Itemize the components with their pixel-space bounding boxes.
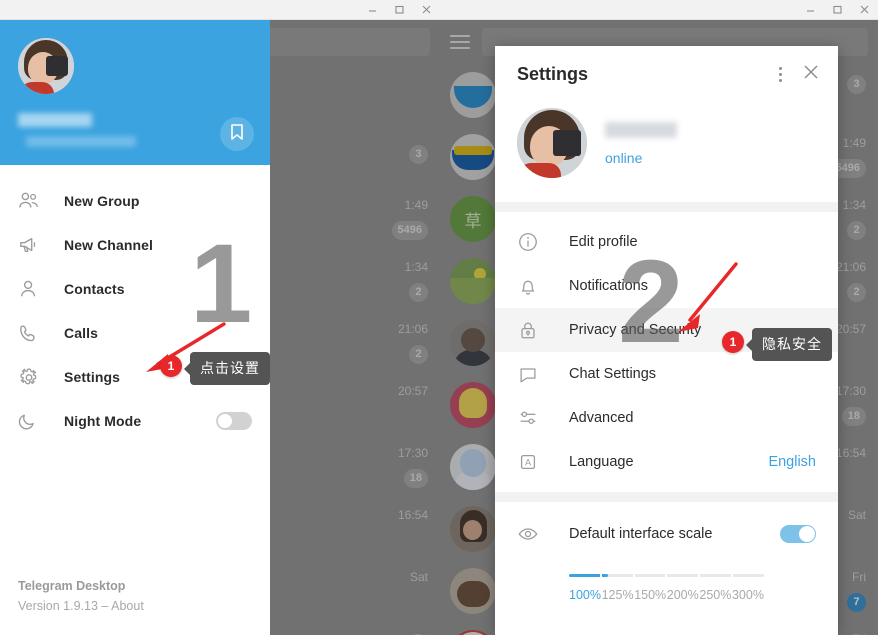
main-menu-drawer: New Group New Channel Contacts Calls Set… — [0, 20, 270, 635]
titlebar-left — [0, 0, 440, 20]
scale-option-150[interactable]: 150% — [634, 588, 666, 602]
menu-item-label: Night Mode — [64, 413, 142, 429]
scale-option-100[interactable]: 100% — [569, 588, 601, 602]
person-icon — [18, 279, 64, 299]
bell-icon — [517, 275, 569, 297]
chat-icon — [517, 363, 569, 385]
scale-slider[interactable]: 100% 125% 150% 200% 250% 300% — [517, 556, 816, 602]
settings-profile-block[interactable]: online — [495, 102, 838, 202]
interface-scale-block: Default interface scale 100% 125% 150% 2… — [495, 502, 838, 602]
profile-phone-redacted — [26, 136, 136, 147]
settings-dialog-header: Settings — [495, 46, 838, 102]
scale-tick-labels: 100% 125% 150% 200% 250% 300% — [569, 588, 764, 602]
menu-item-new-channel[interactable]: New Channel — [0, 223, 270, 267]
settings-item-label: Edit profile — [569, 234, 638, 250]
moon-icon — [18, 411, 64, 431]
lock-icon — [517, 319, 569, 341]
settings-item-label: Advanced — [569, 410, 634, 426]
eye-icon — [517, 523, 569, 545]
close-button[interactable] — [413, 0, 440, 20]
settings-item-label: Privacy and Security — [569, 322, 702, 338]
bookmark-icon — [229, 123, 245, 146]
menu-item-contacts[interactable]: Contacts — [0, 267, 270, 311]
scale-option-125[interactable]: 125% — [602, 588, 634, 602]
screenshot-root: code to anyone, eve... 3 草 rificación. E… — [0, 0, 878, 635]
phone-icon — [18, 323, 64, 343]
close-icon[interactable] — [802, 63, 820, 86]
section-divider — [495, 202, 838, 212]
settings-item-label: Notifications — [569, 278, 648, 294]
drawer-menu-list: New Group New Channel Contacts Calls Set… — [0, 165, 270, 443]
step-badge-2: 1 — [722, 331, 744, 353]
step-badge-1: 1 — [160, 355, 182, 377]
settings-item-language[interactable]: A Language English — [495, 440, 838, 484]
profile-name-redacted — [18, 113, 92, 127]
settings-item-label: Language — [569, 454, 634, 470]
avatar[interactable] — [517, 108, 587, 178]
menu-item-night-mode[interactable]: Night Mode — [0, 399, 270, 443]
maximize-button[interactable] — [824, 0, 851, 20]
status-badge: online — [605, 150, 643, 166]
tooltip-privacy-security: 隐私安全 — [746, 328, 832, 361]
minimize-button[interactable] — [797, 0, 824, 20]
maximize-button[interactable] — [386, 0, 413, 20]
settings-item-edit-profile[interactable]: Edit profile — [495, 220, 838, 264]
app-name-label: Telegram Desktop — [18, 579, 126, 593]
settings-item-advanced[interactable]: Advanced — [495, 396, 838, 440]
avatar[interactable] — [18, 38, 74, 94]
interface-scale-label: Default interface scale — [569, 526, 713, 542]
menu-item-label: Settings — [64, 369, 121, 385]
close-button[interactable] — [851, 0, 878, 20]
menu-item-label: Calls — [64, 325, 98, 341]
menu-item-label: New Channel — [64, 237, 154, 253]
minimize-button[interactable] — [359, 0, 386, 20]
menu-item-new-group[interactable]: New Group — [0, 179, 270, 223]
menu-item-calls[interactable]: Calls — [0, 311, 270, 355]
sliders-icon — [517, 407, 569, 429]
menu-item-label: Contacts — [64, 281, 125, 297]
drawer-profile-header — [0, 20, 270, 165]
svg-text:A: A — [525, 458, 532, 468]
scale-option-200[interactable]: 200% — [667, 588, 699, 602]
tooltip-click-settings: 点击设置 — [184, 352, 270, 385]
group-icon — [18, 191, 64, 211]
scale-slider-track[interactable] — [569, 574, 764, 577]
interface-scale-toggle[interactable] — [780, 525, 816, 543]
section-divider — [495, 492, 838, 502]
saved-messages-button[interactable] — [220, 117, 254, 151]
gear-icon — [18, 367, 64, 388]
night-mode-toggle[interactable] — [216, 412, 252, 430]
app-version-label[interactable]: Version 1.9.13 – About — [18, 599, 252, 613]
page-title: Settings — [517, 63, 589, 84]
profile-name-redacted — [605, 122, 677, 138]
settings-item-notifications[interactable]: Notifications — [495, 264, 838, 308]
more-vertical-icon[interactable] — [773, 63, 788, 86]
telegram-window-left: code to anyone, eve... 3 草 rificación. E… — [0, 0, 440, 635]
scale-option-250[interactable]: 250% — [699, 588, 731, 602]
megaphone-icon — [18, 235, 64, 255]
telegram-window-right: 3 1:49 5496 草 1:34 2 21:06 2 20:57 17:30… — [440, 0, 878, 635]
titlebar-right — [440, 0, 878, 20]
scale-option-300[interactable]: 300% — [732, 588, 764, 602]
menu-item-label: New Group — [64, 193, 140, 209]
info-icon — [517, 231, 569, 253]
language-icon: A — [517, 451, 569, 473]
settings-item-label: Chat Settings — [569, 366, 657, 382]
drawer-footer: Telegram Desktop Version 1.9.13 – About — [0, 579, 270, 635]
language-value[interactable]: English — [768, 454, 816, 470]
